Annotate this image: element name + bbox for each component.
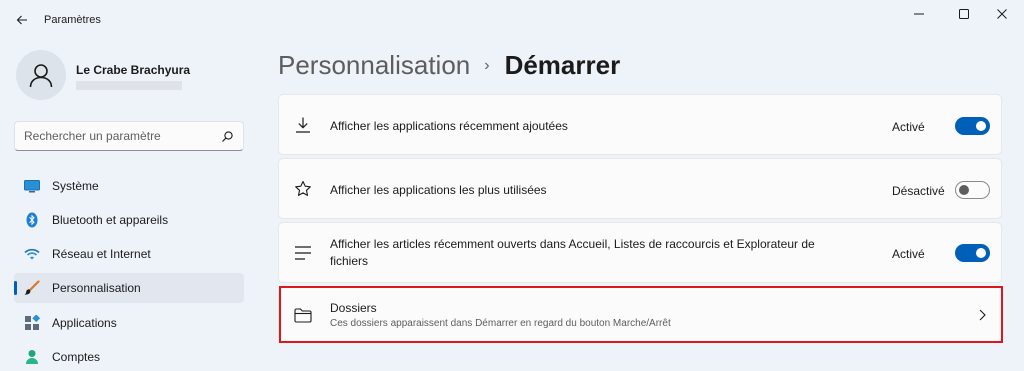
sidebar-item-label: Comptes — [52, 350, 101, 364]
sidebar-item-label: Réseau et Internet — [52, 247, 151, 261]
page-title: Démarrer — [504, 50, 621, 80]
selection-indicator — [14, 281, 17, 295]
setting-description: Ces dossiers apparaissent dans Démarrer … — [330, 318, 671, 329]
setting-recently-added-apps: Afficher les applications récemment ajou… — [278, 94, 1002, 155]
sidebar-item-label: Bluetooth et appareils — [52, 213, 169, 227]
close-button[interactable] — [988, 6, 1016, 22]
search-icon[interactable] — [221, 130, 234, 143]
brush-icon — [24, 280, 40, 296]
toggle-knob — [976, 248, 986, 258]
search-input[interactable] — [24, 129, 209, 143]
sidebar-item-label: Applications — [52, 316, 117, 330]
setting-folders[interactable]: Dossiers Ces dossiers apparaissent dans … — [278, 286, 1002, 343]
chevron-right-icon — [979, 309, 986, 321]
toggle-knob — [959, 185, 969, 195]
maximize-icon — [959, 9, 969, 19]
setting-label: Afficher les articles récemment ouverts … — [330, 237, 815, 268]
setting-recently-opened-items: Afficher les articles récemment ouverts … — [278, 222, 1002, 283]
download-icon — [293, 115, 313, 135]
app-title: Paramètres — [44, 14, 101, 26]
apps-icon — [24, 315, 40, 331]
minimize-icon — [914, 13, 924, 15]
bluetooth-icon — [24, 212, 40, 228]
breadcrumb-parent[interactable]: Personnalisation — [278, 50, 470, 81]
minimize-button[interactable] — [905, 6, 933, 22]
breadcrumb: Personnalisation › Démarrer — [278, 50, 620, 81]
sidebar-item-label: Système — [52, 179, 99, 193]
title-bar: Paramètres — [0, 0, 1024, 40]
sidebar-item-personnalisation[interactable]: Personnalisation — [14, 273, 244, 303]
monitor-icon — [24, 178, 40, 194]
search-box[interactable] — [14, 121, 244, 151]
user-avatar-icon — [29, 64, 53, 88]
account-icon — [24, 349, 40, 365]
toggle-state-label: Activé — [892, 120, 925, 134]
sidebar-item-applications[interactable]: Applications — [14, 308, 244, 338]
folder-icon — [293, 305, 313, 325]
setting-most-used-apps: Afficher les applications les plus utili… — [278, 158, 1002, 219]
wifi-icon — [24, 246, 40, 262]
most-used-apps-toggle[interactable] — [955, 181, 990, 199]
sidebar-item-comptes[interactable]: Comptes — [14, 342, 244, 371]
sidebar-item-bluetooth[interactable]: Bluetooth et appareils — [14, 205, 244, 235]
back-button[interactable] — [12, 10, 32, 30]
maximize-button[interactable] — [950, 6, 978, 22]
setting-label: Dossiers — [330, 301, 377, 315]
user-email-redacted — [76, 81, 182, 90]
close-icon — [997, 9, 1007, 19]
recently-added-apps-toggle[interactable] — [955, 117, 990, 135]
toggle-knob — [976, 121, 986, 131]
sidebar-item-label: Personnalisation — [52, 281, 141, 295]
setting-label: Afficher les applications les plus utili… — [330, 183, 547, 197]
sidebar-item-systeme[interactable]: Système — [14, 171, 244, 201]
list-icon — [293, 243, 313, 263]
avatar[interactable] — [16, 50, 66, 100]
user-name: Le Crabe Brachyura — [76, 63, 191, 77]
setting-label: Afficher les applications récemment ajou… — [330, 119, 568, 133]
toggle-state-label: Activé — [892, 247, 925, 261]
breadcrumb-separator: › — [484, 56, 490, 74]
star-icon — [293, 179, 313, 199]
sidebar-item-reseau[interactable]: Réseau et Internet — [14, 239, 244, 269]
back-arrow-icon — [16, 15, 27, 25]
toggle-state-label: Désactivé — [892, 184, 945, 198]
recently-opened-items-toggle[interactable] — [955, 244, 990, 262]
